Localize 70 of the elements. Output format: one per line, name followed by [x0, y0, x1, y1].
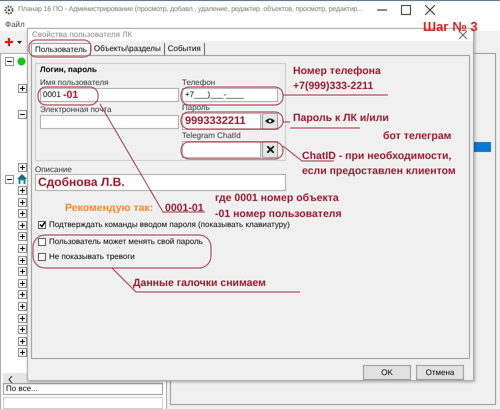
house-icon	[17, 174, 27, 184]
field-label: Пароль	[182, 102, 211, 113]
expander-icon[interactable]	[18, 302, 27, 312]
field-label: Телефон	[182, 76, 216, 88]
expander-icon[interactable]	[18, 198, 27, 207]
phone-field[interactable]: +7___)___-____	[182, 88, 278, 102]
dialog-title: Свойства пользователя ЛК	[32, 30, 132, 40]
expander-icon[interactable]	[18, 290, 27, 300]
group-title: Логин, пароль	[40, 64, 98, 76]
annotation-text: Номер телефона	[293, 65, 381, 77]
field-label: Telegram ChatId	[182, 130, 242, 141]
maximize-icon[interactable]	[400, 4, 411, 14]
leader-line	[282, 146, 334, 162]
add-icon[interactable]	[5, 38, 13, 46]
expander-icon[interactable]	[18, 232, 27, 242]
email-field[interactable]	[40, 114, 179, 129]
expander-icon[interactable]	[5, 57, 14, 66]
annotation-text: 0001-01	[165, 202, 204, 214]
annotation-text: -01 номер пользователя	[215, 208, 342, 220]
checkbox-label: Подтверждать команды вводом пароля (показывать клавиатуру)	[49, 220, 290, 230]
menu-item[interactable]: Файл	[5, 20, 25, 29]
step-label: Шаг № 3	[423, 19, 478, 34]
expander-icon[interactable]	[18, 256, 27, 265]
annotation-text: Рекомендую так:	[65, 202, 154, 214]
chat-id-field[interactable]	[182, 140, 261, 158]
description-field[interactable]: Сдобнова Л.В.	[35, 174, 286, 191]
close-icon	[266, 146, 274, 153]
expander-icon[interactable]	[18, 163, 27, 172]
field-label: Имя пользователя	[40, 76, 110, 88]
show-password-button[interactable]	[262, 112, 278, 130]
close-icon[interactable]	[424, 4, 435, 14]
filter-combo[interactable]: По все...	[3, 383, 163, 395]
expander-icon[interactable]	[18, 325, 27, 334]
dialog-button[interactable]: OK	[363, 365, 411, 380]
expander-icon[interactable]	[5, 174, 14, 184]
expander-icon[interactable]	[18, 186, 27, 196]
clear-button[interactable]	[262, 140, 278, 158]
expander-icon[interactable]	[18, 267, 27, 276]
expander-icon[interactable]	[18, 244, 27, 254]
checkbox[interactable]	[38, 252, 46, 261]
annotation-text: Данные галочки снимаем	[133, 277, 266, 289]
checkbox[interactable]	[38, 220, 46, 229]
annotation-text: +7(999)333-2211	[293, 80, 374, 92]
field-label: Описание	[35, 164, 72, 174]
close-icon[interactable]	[459, 30, 467, 39]
checkbox-label: Не показывать тревоги	[49, 252, 135, 262]
tab[interactable]: Пользователь	[31, 42, 91, 55]
expander-icon[interactable]	[18, 314, 27, 323]
annotation-text: -01	[63, 89, 78, 101]
dialog-button[interactable]: Отмена	[416, 365, 464, 380]
input-field[interactable]	[3, 397, 163, 409]
expander-icon[interactable]	[18, 348, 27, 358]
checkbox-label: Пользователь может менять свой пароль	[49, 237, 203, 246]
annotation-text: если предоставлен клиентом	[302, 165, 456, 177]
annotation-text: ChatID - при необходимости,	[302, 150, 452, 162]
status-dot-icon	[17, 57, 26, 66]
expander-icon[interactable]	[18, 84, 27, 94]
password-field[interactable]: 9993332211	[182, 112, 261, 130]
expander-icon[interactable]	[18, 209, 27, 218]
expander-icon[interactable]	[18, 278, 27, 288]
expander-icon[interactable]	[18, 336, 27, 346]
checkbox[interactable]	[38, 238, 46, 246]
expander-icon[interactable]	[18, 220, 27, 230]
caret-icon[interactable]	[17, 40, 22, 44]
eye-icon	[265, 118, 275, 124]
gear-icon	[4, 4, 14, 14]
annotation-text: бот телеграм	[383, 130, 452, 142]
annotation-text: где 0001 номер объекта	[215, 192, 339, 204]
annotation-text: Пароль к ЛК и/или	[293, 112, 389, 124]
expander-icon[interactable]	[18, 110, 27, 119]
